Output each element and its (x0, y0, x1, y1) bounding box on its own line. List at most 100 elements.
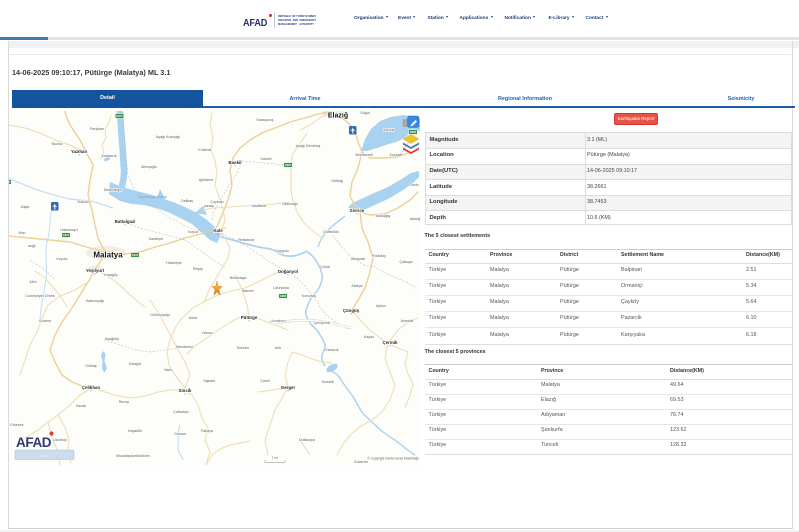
svg-text:© Copyright Harita Genel Müdür: © Copyright Harita Genel Müdürlüğü (367, 457, 419, 461)
svg-text:Alişar: Alişar (21, 205, 31, 209)
svg-text:Elazığ: Elazığ (328, 113, 348, 120)
svg-text:Karagöl: Karagöl (129, 362, 142, 366)
svg-text:Çevirpınar: Çevirpınar (314, 321, 331, 325)
svg-text:Aladikme: Aladikme (252, 204, 267, 208)
svg-text:Kuyulu: Kuyulu (57, 257, 68, 261)
svg-text:AFAD: AFAD (16, 435, 52, 450)
svg-text:pasaş: pasaş (204, 204, 214, 208)
svg-text:Dedekargın: Dedekargın (104, 188, 123, 192)
svg-text:Yenidanlar: Yenidanlar (238, 238, 256, 242)
svg-text:Reşay: Reşay (193, 267, 203, 271)
svg-text:D885: D885 (280, 294, 287, 298)
svg-text:Bakımlı: Bakımlı (242, 289, 254, 293)
svg-text:Arık: Arık (275, 346, 282, 350)
svg-text:Konurtay: Konurtay (302, 294, 317, 298)
svg-text:D875: D875 (116, 114, 123, 118)
svg-text:Kale: Kale (213, 228, 223, 233)
svg-text:Recep: Recep (119, 400, 129, 404)
svg-text:Kıldemir: Kıldemir (198, 148, 212, 152)
svg-text:D300: D300 (132, 253, 139, 257)
svg-text:Karagöç: Karagöç (104, 273, 118, 277)
svg-text:Karseli: Karseli (261, 157, 272, 161)
svg-text:Kayadibi: Kayadibi (128, 429, 142, 433)
svg-text:Sögüt: Sögüt (360, 111, 369, 115)
svg-text:Delikaş: Delikaş (181, 199, 193, 203)
svg-text:Çüngüş: Çüngüş (343, 308, 360, 313)
svg-text:Koyca: Koyca (188, 230, 198, 234)
svg-text:Tekederesi: Tekederesi (175, 345, 193, 349)
svg-text:Bödüklaya: Bödüklaya (230, 276, 247, 280)
svg-text:Ökküzağıl: Ökküzağıl (282, 202, 298, 206)
svg-text:Çatbahçe: Çatbahçe (173, 410, 188, 414)
svg-text:Aybını: Aybını (376, 304, 386, 308)
svg-text:Polatdöy: Polatdöy (372, 254, 386, 258)
svg-text:Antut: Antut (189, 316, 197, 320)
svg-text:Akbulğay: Akbulğay (376, 214, 391, 218)
svg-text:D885: D885 (285, 163, 292, 167)
svg-text:Cumhuriyet Örnek: Cumhuriyet Örnek (25, 294, 54, 298)
svg-text:Koçkale: Koçkale (390, 153, 403, 157)
svg-text:Karaçavuş: Karaçavuş (257, 118, 274, 122)
svg-text:Sulüklü: Sulüklü (77, 200, 89, 204)
svg-text:Aşağı Demirtaş: Aşağı Demirtaş (296, 144, 321, 148)
svg-text:Mustafayüzelözüklen: Mustafayüzelözüklen (116, 454, 150, 458)
svg-text:Çörük: Çörük (320, 265, 330, 269)
svg-text:Yazıhan: Yazıhan (71, 149, 88, 154)
svg-text:Güvercin: Güvercin (354, 460, 368, 464)
svg-text:Parçikan: Parçikan (90, 127, 104, 131)
svg-text:Mun: Mun (19, 231, 26, 235)
svg-text:Ambarcık: Ambarcık (101, 154, 116, 158)
svg-text:Kavak: Kavak (76, 404, 86, 408)
svg-text:Asmalık: Asmalık (401, 319, 414, 323)
svg-text:Sincik: Sincik (179, 388, 192, 393)
svg-text:Çaybaşı: Çaybaşı (210, 200, 223, 204)
svg-text:Aktepe: Aktepe (351, 284, 362, 288)
svg-text:Duygulu: Duygulu (275, 249, 288, 253)
svg-text:Dutlukaya: Dutlukaya (299, 438, 315, 442)
svg-text:Atmışoğlu: Atmışoğlu (141, 165, 157, 169)
svg-text:Nohutlu: Nohutlu (237, 346, 249, 350)
svg-text:Karatepe: Karatepe (149, 237, 164, 241)
svg-text:Doğanyol: Doğanyol (278, 269, 298, 274)
svg-text:Çamlı: Çamlı (260, 379, 269, 383)
svg-text:Ayağböy: Ayağböy (105, 337, 119, 341)
svg-text:D875: D875 (63, 233, 70, 237)
svg-text:Kozluk: Kozluk (384, 128, 395, 132)
svg-text:Akbeğ: Akbeğ (410, 217, 420, 221)
svg-text:Gölbaş: Gölbaş (85, 364, 97, 368)
svg-text:1 km: 1 km (272, 456, 279, 460)
svg-text:Altın: Altın (29, 280, 36, 284)
svg-text:Uzunköy: Uzunköy (53, 438, 67, 442)
svg-text:Narlı: Narlı (164, 368, 172, 372)
svg-text:D885: D885 (410, 130, 417, 134)
svg-text:Battalgazi: Battalgazi (115, 219, 136, 224)
svg-text:Buzluk: Buzluk (52, 142, 63, 146)
svg-text:Gülümuşağı: Gülümuşağı (150, 313, 169, 317)
svg-text:Sivrice: Sivrice (350, 208, 365, 213)
svg-text:Uzunkoru: Uzunkoru (270, 319, 285, 323)
svg-text:Çermik: Çermik (383, 340, 398, 345)
svg-text:arığlı: arığlı (28, 244, 36, 248)
svg-text:Pütürge: Pütürge (241, 315, 258, 320)
svg-text:Yeşilyurt: Yeşilyurt (86, 268, 105, 273)
svg-text:Baskil: Baskil (229, 160, 242, 165)
svg-text:Gerger: Gerger (281, 385, 296, 390)
svg-text:İğdüzlere: İğdüzlere (199, 177, 214, 182)
svg-text:Hatunsuyu: Hatunsuyu (60, 228, 77, 232)
svg-text:Konaldı: Konaldı (322, 380, 334, 384)
svg-text:20km: 20km (40, 453, 50, 458)
svg-text:Kadınuşağı: Kadınuşağı (86, 299, 104, 303)
svg-text:Çelikhan: Çelikhan (82, 385, 101, 390)
svg-text:Dolusa: Dolusa (174, 432, 185, 436)
svg-text:Kayalı: Kayalı (364, 335, 374, 339)
svg-text:Hisartepe: Hisartepe (166, 261, 181, 265)
svg-text:Uzunkışla: Uzunkışla (273, 286, 289, 290)
svg-text:Karakaya Barajı: Karakaya Barajı (139, 194, 167, 199)
svg-text:Gözene: Gözene (39, 319, 52, 323)
svg-text:Erkenek: Erkenek (10, 423, 23, 427)
svg-text:Çalkaya: Çalkaya (400, 260, 413, 264)
svg-text:Malatya: Malatya (93, 251, 123, 260)
svg-text:Kanacık: Kanacık (326, 348, 339, 352)
svg-text:Dörtbölük: Dörtbölük (323, 230, 339, 234)
svg-text:Gölbağ: Gölbağ (331, 179, 343, 183)
